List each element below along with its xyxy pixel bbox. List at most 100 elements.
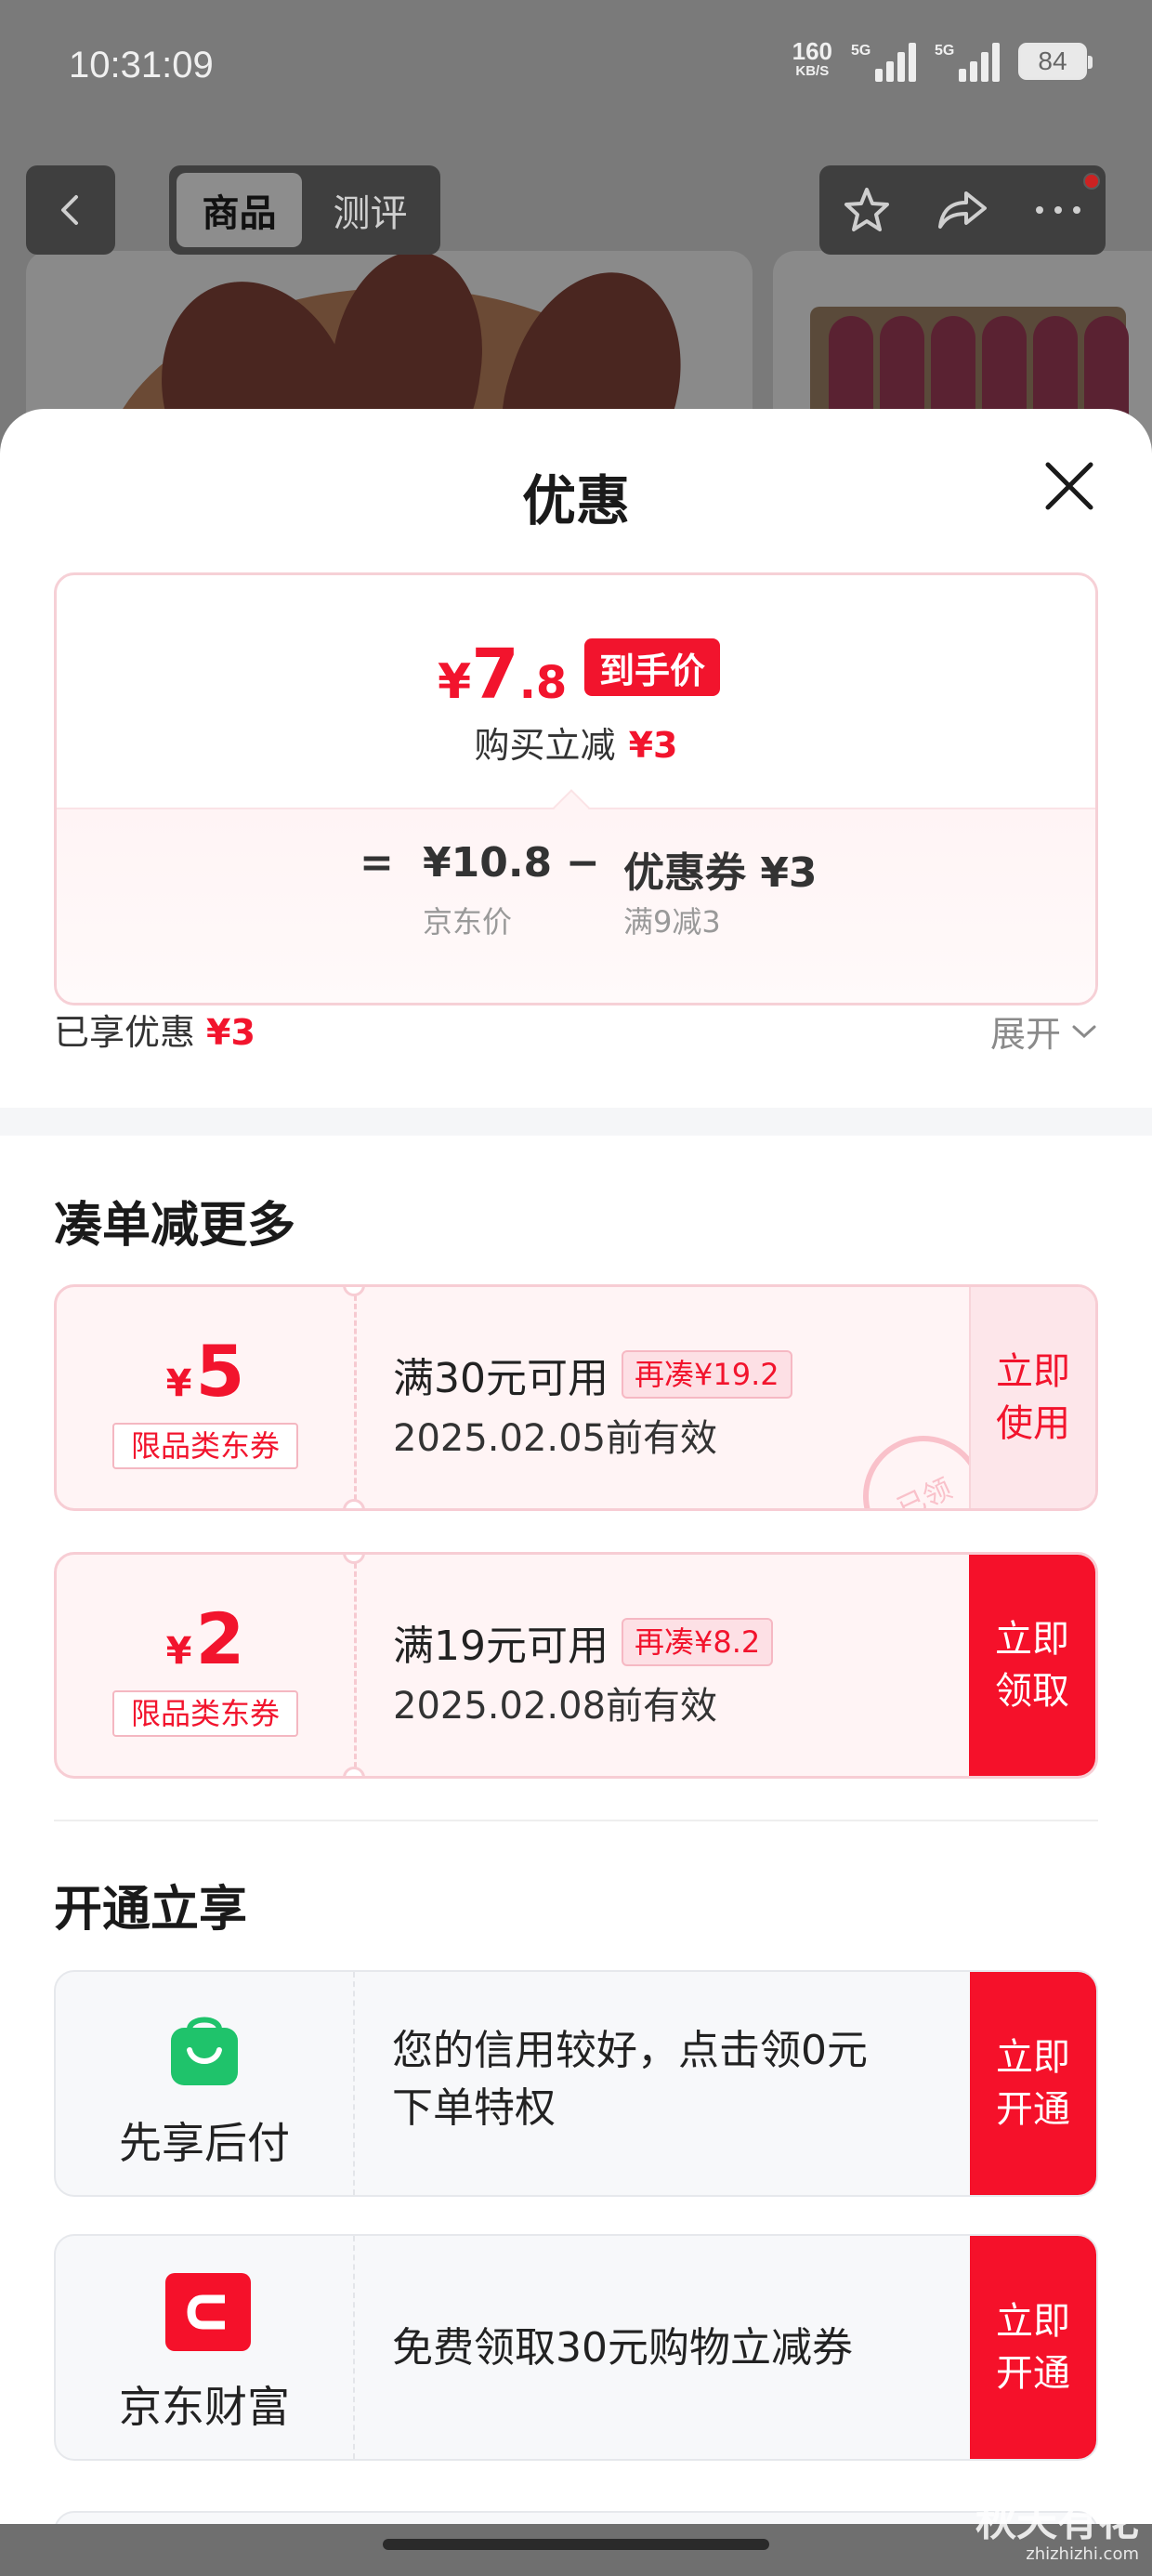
minus-sign: − xyxy=(566,839,600,887)
back-button[interactable] xyxy=(26,165,115,255)
service-name: 先享后付 xyxy=(119,2118,290,2168)
watermark-text: 秋天有花 xyxy=(975,2498,1139,2545)
tab-product[interactable]: 商品 xyxy=(177,173,302,247)
action-label: 领取 xyxy=(995,1670,1069,1713)
star-icon[interactable] xyxy=(841,184,893,236)
action-label: 立即 xyxy=(995,1618,1069,1661)
service-separator xyxy=(353,1972,355,2195)
open-section-title: 开通立享 xyxy=(54,1882,248,1938)
coupon-condition-text: 满19元可用 xyxy=(393,1623,609,1670)
service-description: 免费领取30元购物立减券 xyxy=(392,2320,949,2377)
final-price: ¥ 7 .8 xyxy=(438,635,567,715)
service-card-jd-wealth: 京东财富 免费领取30元购物立减券 立即 开通 xyxy=(54,2234,1098,2461)
status-time: 10:31:09 xyxy=(69,45,214,85)
open-service-button[interactable]: 立即 开通 xyxy=(970,1972,1096,2195)
coupon-value-area: ¥ 5 限品类东券 xyxy=(57,1287,354,1508)
coupon-value-area: ¥ 2 限品类东券 xyxy=(57,1555,354,1776)
signal-label: 5G xyxy=(935,43,955,59)
service-separator xyxy=(353,2236,355,2459)
shopping-bag-icon xyxy=(165,2009,243,2087)
equals-sign: = xyxy=(360,839,394,887)
final-price-integer: 7 xyxy=(471,635,519,715)
coupon-amount: ¥ 5 xyxy=(57,1330,354,1413)
battery-icon: 84 xyxy=(1018,43,1093,80)
coupon-separator xyxy=(354,1555,357,1776)
currency-symbol: ¥ xyxy=(165,1362,192,1405)
currency-symbol: ¥ xyxy=(165,1630,192,1673)
divider xyxy=(54,1820,1098,1821)
watermark: 秋天有花 zhizhizhi.com xyxy=(975,2500,1139,2565)
jd-wealth-icon xyxy=(165,2273,251,2351)
nav-tabs: 商品 测评 xyxy=(169,165,440,255)
coupon-type-badge: 限品类东券 xyxy=(112,1423,298,1469)
action-label: 立即 xyxy=(996,2036,1070,2079)
coupon-more-needed: 再凑¥8.2 xyxy=(622,1618,774,1666)
back-icon xyxy=(61,195,78,225)
tab-review[interactable]: 测评 xyxy=(308,173,433,247)
action-label: 使用 xyxy=(996,1402,1070,1445)
sheet-title: 优惠 xyxy=(521,469,630,532)
coupon-deduction: 优惠券 ¥3 xyxy=(623,849,818,897)
action-label: 开通 xyxy=(996,2352,1070,2395)
coupon-condition: 满19元可用 再凑¥8.2 xyxy=(393,1612,774,1672)
network-speed-unit: KB/S xyxy=(795,63,830,79)
home-indicator[interactable] xyxy=(383,2539,769,2550)
coupon-card: ¥ 5 限品类东券 满30元可用 再凑¥19.2 2025.02.05前有效 已… xyxy=(54,1284,1098,1511)
action-label: 立即 xyxy=(996,1350,1070,1393)
close-button[interactable] xyxy=(1039,455,1100,517)
battery-level: 84 xyxy=(1038,46,1067,75)
service-name: 京东财富 xyxy=(119,2382,290,2432)
coupon-notch xyxy=(343,1767,365,1776)
bundle-section-title: 凑单减更多 xyxy=(54,1198,296,1254)
final-price-area: ¥ 7 .8 到手价 购买立减 ¥3 xyxy=(57,575,1095,808)
service-card-pay-later: 先享后付 您的信用较好，点击领0元 下单特权 立即 开通 xyxy=(54,1970,1098,2197)
enjoyed-discount: 已享优惠 ¥3 xyxy=(54,1004,255,1055)
notification-dot xyxy=(1083,173,1100,190)
coupon-condition-text: 满30元可用 xyxy=(393,1355,609,1402)
service-brand-area: 先享后付 xyxy=(56,1972,353,2195)
open-service-button[interactable]: 立即 开通 xyxy=(970,2236,1096,2459)
expand-button[interactable]: 展开 xyxy=(990,1005,1098,1057)
chevron-down-icon xyxy=(1072,1025,1096,1038)
reduction-label: 购买立减 xyxy=(474,725,616,766)
nav-actions xyxy=(819,165,1106,255)
final-price-decimal: .8 xyxy=(518,657,568,709)
service-brand-area: 京东财富 xyxy=(56,2236,353,2459)
status-bar: 10:31:09 160 KB/S 5G 5G 84 xyxy=(0,0,1152,139)
coupon-condition: 满30元可用 再凑¥19.2 xyxy=(393,1345,792,1404)
coupon-separator xyxy=(354,1287,357,1508)
expand-label: 展开 xyxy=(989,1014,1061,1055)
discount-sheet: 优惠 ¥ 7 .8 到手价 购买立减 ¥3 = ¥10.8 京东价 − 优惠券 ¥… xyxy=(0,409,1152,2528)
coupon-notch xyxy=(343,1499,365,1508)
coupon-validity: 2025.02.08前有效 xyxy=(393,1685,718,1728)
base-price-label: 京东价 xyxy=(423,904,513,940)
action-label: 开通 xyxy=(996,2088,1070,2131)
enjoyed-amount: ¥3 xyxy=(206,1012,255,1053)
coupon-amount-value: 5 xyxy=(195,1330,245,1413)
enjoyed-label: 已享优惠 xyxy=(54,1012,196,1053)
close-icon xyxy=(1045,462,1093,510)
service-description-line: 您的信用较好，点击领0元 xyxy=(392,2027,868,2074)
price-formula: = ¥10.8 京东价 − 优惠券 ¥3 满9减3 xyxy=(57,808,1095,1003)
reduction-amount: ¥3 xyxy=(628,725,678,766)
coupon-amount-value: 2 xyxy=(195,1597,245,1680)
coupon-rule: 满9减3 xyxy=(623,904,721,940)
network-speed: 160 KB/S xyxy=(792,39,832,82)
watermark-url: zhizhizhi.com xyxy=(1026,2544,1139,2564)
service-description: 您的信用较好，点击领0元 下单特权 xyxy=(392,2022,949,2137)
coupon-card: ¥ 2 限品类东券 满19元可用 再凑¥8.2 2025.02.08前有效 立即… xyxy=(54,1552,1098,1779)
currency-symbol: ¥ xyxy=(438,654,472,710)
price-breakdown-card: ¥ 7 .8 到手价 购买立减 ¥3 = ¥10.8 京东价 − 优惠券 ¥3 满… xyxy=(54,572,1098,1005)
use-coupon-button[interactable]: 立即 使用 xyxy=(969,1287,1095,1508)
base-price: ¥10.8 xyxy=(423,839,553,887)
share-icon[interactable] xyxy=(935,184,990,236)
service-description-line: 下单特权 xyxy=(392,2084,556,2132)
claim-coupon-button[interactable]: 立即 领取 xyxy=(969,1555,1095,1776)
more-icon[interactable] xyxy=(1032,201,1084,219)
coupon-validity: 2025.02.05前有效 xyxy=(393,1417,718,1460)
instant-reduction: 购买立减 ¥3 xyxy=(57,716,1095,768)
coupon-type-badge: 限品类东券 xyxy=(112,1690,298,1737)
signal-label: 5G xyxy=(851,43,871,59)
signal-icon: 5G xyxy=(851,41,916,82)
status-icons: 160 KB/S 5G 5G 84 xyxy=(792,39,1093,82)
